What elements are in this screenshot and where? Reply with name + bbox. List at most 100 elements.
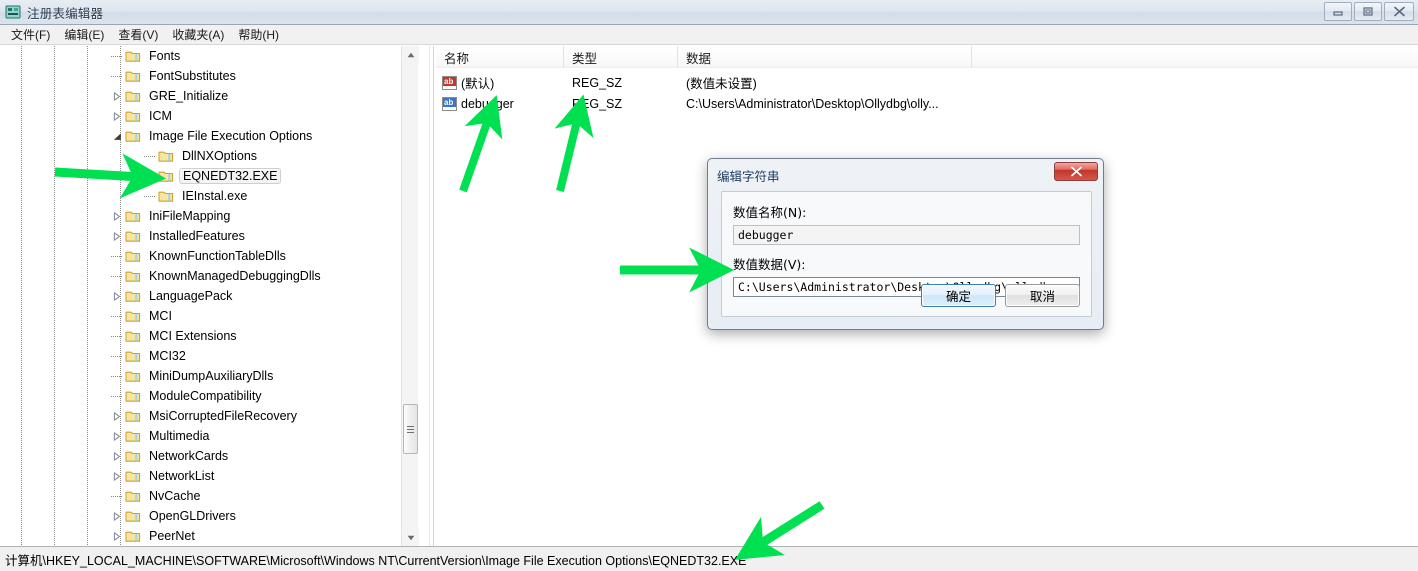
tree-item-knownfunctiontabledlls[interactable]: KnownFunctionTableDlls (0, 246, 412, 266)
tree-item-modulecompatibility[interactable]: ModuleCompatibility (0, 386, 412, 406)
value-name-cell: ab debugger (436, 93, 564, 114)
tree-item-dllnxoptions[interactable]: DllNXOptions (0, 146, 412, 166)
tree-item-label: EQNEDT32.EXE (179, 168, 282, 184)
scroll-up-arrow-icon[interactable] (402, 46, 419, 63)
chevron-right-icon[interactable] (109, 226, 125, 246)
tree-leaf-spacer (109, 386, 125, 406)
tree-item-mci[interactable]: MCI (0, 306, 412, 326)
tree-item-eqnedt32-exe[interactable]: EQNEDT32.EXE (0, 166, 412, 186)
tree-item-knownmanageddebuggingdlls[interactable]: KnownManagedDebuggingDlls (0, 266, 412, 286)
menu-bar: 文件(F) 编辑(E) 查看(V) 收藏夹(A) 帮助(H) (0, 25, 1418, 45)
tree-item-ieinstal-exe[interactable]: IEInstal.exe (0, 186, 412, 206)
minimize-button[interactable] (1324, 2, 1352, 21)
folder-icon (125, 349, 141, 363)
status-bar-path: 计算机\HKEY_LOCAL_MACHINE\SOFTWARE\Microsof… (5, 553, 747, 568)
value-name-input[interactable]: debugger (733, 225, 1080, 245)
window-controls (1324, 2, 1414, 21)
tree-item-networklist[interactable]: NetworkList (0, 466, 412, 486)
column-header-filler (972, 46, 1418, 68)
tree-item-label: MCI32 (149, 349, 186, 363)
chevron-right-icon[interactable] (109, 466, 125, 486)
folder-icon (125, 209, 141, 223)
tree-item-msicorruptedfilerecovery[interactable]: MsiCorruptedFileRecovery (0, 406, 412, 426)
ok-button[interactable]: 确定 (921, 284, 996, 307)
tree-leaf-spacer (109, 266, 125, 286)
chevron-right-icon[interactable] (109, 106, 125, 126)
value-name-cell: ab (默认) (436, 72, 564, 93)
tree-leaf-spacer (109, 246, 125, 266)
tree-item-fontsubstitutes[interactable]: FontSubstitutes (0, 66, 412, 86)
tree-item-languagepack[interactable]: LanguagePack (0, 286, 412, 306)
tree-item-icm[interactable]: ICM (0, 106, 412, 126)
menu-edit[interactable]: 编辑(E) (57, 24, 111, 45)
tree-item-label: IEInstal.exe (182, 189, 248, 203)
tree-item-installedfeatures[interactable]: InstalledFeatures (0, 226, 412, 246)
tree-item-networkcards[interactable]: NetworkCards (0, 446, 412, 466)
chevron-right-icon[interactable] (109, 446, 125, 466)
tree-item-mci32[interactable]: MCI32 (0, 346, 412, 366)
chevron-right-icon[interactable] (109, 406, 125, 426)
chevron-right-icon[interactable] (109, 86, 125, 106)
tree-vertical-scrollbar[interactable] (401, 46, 419, 546)
menu-file[interactable]: 文件(F) (4, 24, 57, 45)
tree-item-label: LanguagePack (149, 289, 233, 303)
column-header-data[interactable]: 数据 (678, 46, 972, 68)
menu-help[interactable]: 帮助(H) (231, 24, 286, 45)
close-button[interactable] (1384, 2, 1414, 21)
menu-favorites[interactable]: 收藏夹(A) (165, 24, 231, 45)
tree-item-mci-extensions[interactable]: MCI Extensions (0, 326, 412, 346)
tree-item-opengldrivers[interactable]: OpenGLDrivers (0, 506, 412, 526)
table-row[interactable]: ab debugger REG_SZ C:\Users\Administrato… (436, 93, 1418, 114)
chevron-right-icon[interactable] (109, 526, 125, 546)
table-row[interactable]: ab (默认) REG_SZ (数值未设置) (436, 72, 1418, 93)
tree-item-label: PeerNet (149, 529, 195, 543)
column-header-type[interactable]: 类型 (564, 46, 678, 68)
tree-item-label: MiniDumpAuxiliaryDlls (149, 369, 274, 383)
value-type-cell: REG_SZ (572, 96, 623, 111)
tree-item-fonts[interactable]: Fonts (0, 46, 412, 66)
tree-leaf-spacer (109, 486, 125, 506)
chevron-right-icon[interactable] (109, 206, 125, 226)
tree-item-label: MCI Extensions (149, 329, 237, 343)
folder-icon (158, 169, 174, 183)
folder-icon (158, 189, 174, 203)
pane-splitter[interactable] (429, 46, 434, 546)
registry-tree[interactable]: Fonts FontSubstitutes GRE_Initialize ICM Ima… (0, 46, 412, 546)
tree-item-image-file-execution-options[interactable]: Image File Execution Options (0, 126, 412, 146)
chevron-right-icon[interactable] (109, 286, 125, 306)
dialog-title: 编辑字符串 (717, 169, 780, 184)
folder-icon (125, 49, 141, 63)
folder-icon (125, 369, 141, 383)
folder-icon (125, 509, 141, 523)
ab-string-icon: ab (442, 96, 457, 111)
tree-item-label: KnownManagedDebuggingDlls (149, 269, 321, 283)
tree-item-inifilemapping[interactable]: IniFileMapping (0, 206, 412, 226)
chevron-right-icon[interactable] (109, 426, 125, 446)
tree-item-label: DllNXOptions (182, 149, 258, 163)
tree-rows: Fonts FontSubstitutes GRE_Initialize ICM Ima… (0, 46, 412, 546)
scroll-down-arrow-icon[interactable] (402, 529, 419, 546)
tree-leaf-spacer (142, 166, 158, 186)
column-header-name[interactable]: 名称 (436, 46, 564, 68)
tree-leaf-spacer (142, 186, 158, 206)
edit-string-dialog[interactable]: 编辑字符串 数值名称(N): debugger 数值数据(V): C:\User… (707, 158, 1104, 330)
registry-editor-window: 注册表编辑器 文件(F) 编辑(E) 查看(V) 收藏夹(A) 帮助(H) Fo… (0, 0, 1418, 571)
chevron-down-icon[interactable] (109, 126, 125, 146)
folder-icon (158, 149, 174, 163)
folder-icon (125, 289, 141, 303)
tree-item-multimedia[interactable]: Multimedia (0, 426, 412, 446)
tree-scrollbar-thumb[interactable] (403, 404, 418, 454)
folder-icon (125, 229, 141, 243)
window-title: 注册表编辑器 (27, 6, 104, 21)
tree-item-nvcache[interactable]: NvCache (0, 486, 412, 506)
chevron-right-icon[interactable] (109, 506, 125, 526)
tree-item-peernet[interactable]: PeerNet (0, 526, 412, 546)
maximize-button[interactable] (1354, 2, 1382, 21)
tree-item-gre-initialize[interactable]: GRE_Initialize (0, 86, 412, 106)
menu-view[interactable]: 查看(V) (111, 24, 165, 45)
folder-icon (125, 409, 141, 423)
registry-tree-pane[interactable]: Fonts FontSubstitutes GRE_Initialize ICM Ima… (0, 46, 436, 546)
cancel-button[interactable]: 取消 (1005, 284, 1080, 307)
tree-item-minidumpauxiliarydlls[interactable]: MiniDumpAuxiliaryDlls (0, 366, 412, 386)
dialog-close-button[interactable] (1054, 162, 1098, 181)
